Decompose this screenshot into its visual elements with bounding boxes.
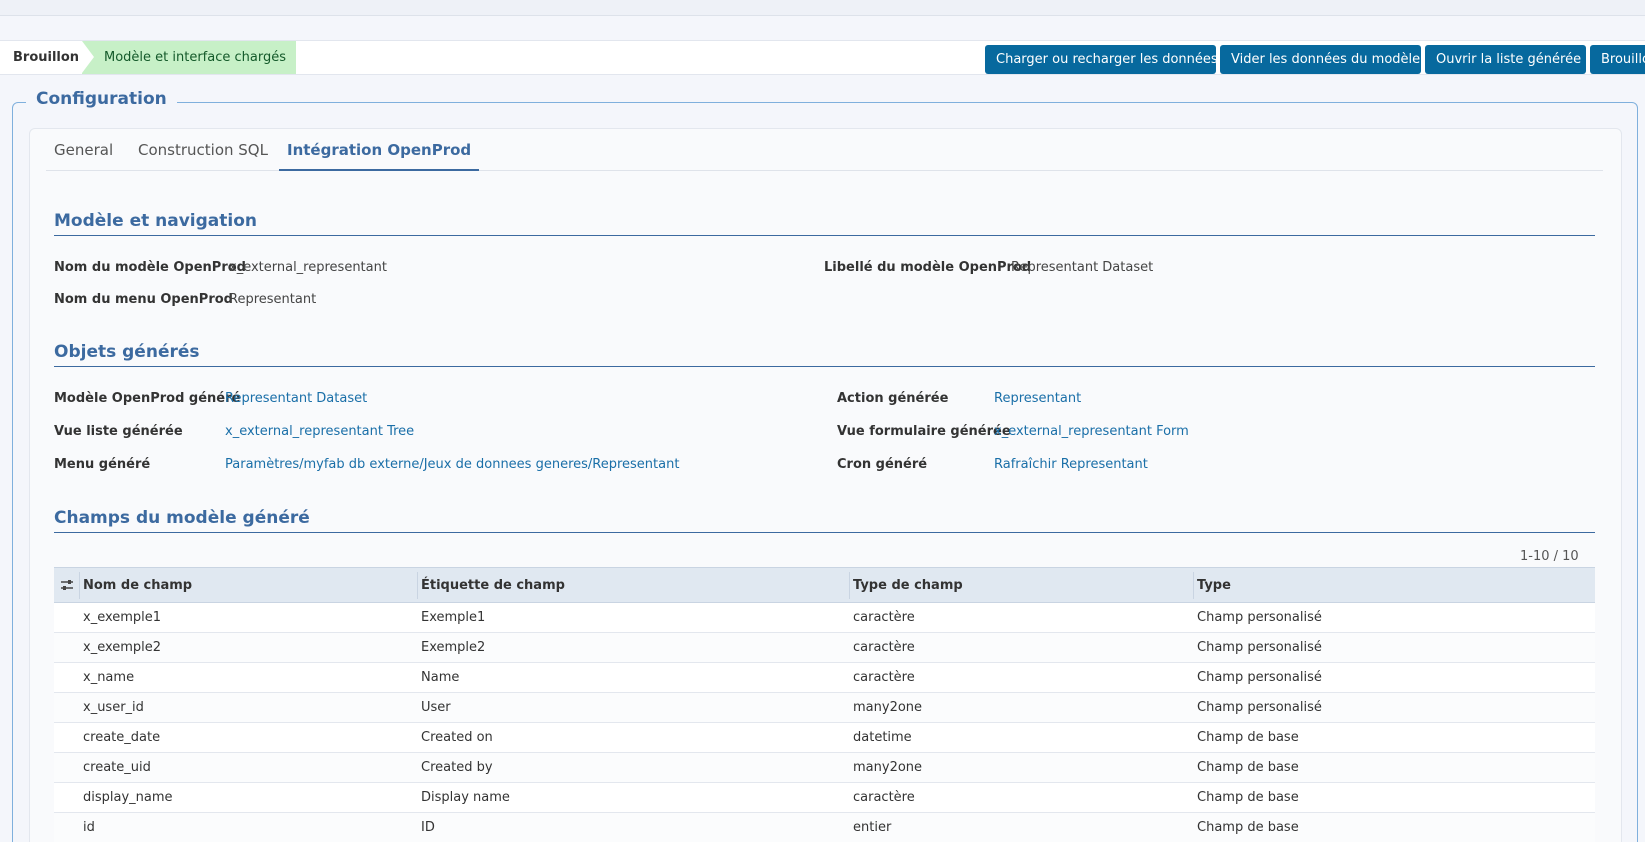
generated-model-link[interactable]: Representant Dataset <box>225 391 367 406</box>
cell-field-label: Exemple1 <box>421 610 486 625</box>
cell-field-name: id <box>83 820 95 835</box>
draft-button[interactable]: Brouillon <box>1590 45 1645 74</box>
cell-type: Champ de base <box>1197 760 1299 775</box>
model-label-value: Representant Dataset <box>1011 260 1154 275</box>
cell-field-label: User <box>421 700 451 715</box>
cell-field-type: datetime <box>853 730 912 745</box>
cell-field-type: caractère <box>853 640 915 655</box>
cell-field-name: x_exemple2 <box>83 640 162 655</box>
generated-model-label: Modèle OpenProd généré <box>54 391 241 406</box>
cell-field-type: caractère <box>853 790 915 805</box>
table-row[interactable]: x_exemple1 Exemple1 caractère Champ pers… <box>54 603 1595 633</box>
optional-columns-icon[interactable] <box>60 578 74 592</box>
table-body: x_exemple1 Exemple1 caractère Champ pers… <box>54 603 1595 842</box>
generated-tree-label: Vue liste générée <box>54 424 183 439</box>
section-generated-fields: Champs du modèle généré <box>54 507 1595 533</box>
generated-cron-label: Cron généré <box>837 457 928 472</box>
load-data-button[interactable]: Charger ou recharger les données <box>985 45 1216 74</box>
column-separator <box>849 572 850 599</box>
cell-field-name: display_name <box>83 790 173 805</box>
generated-tree-link[interactable]: x_external_representant Tree <box>225 424 414 439</box>
menu-name-label: Nom du menu OpenProd <box>54 292 233 307</box>
model-label-label: Libellé du modèle OpenProd <box>824 260 1032 275</box>
stage-draft[interactable]: Brouillon <box>0 41 82 74</box>
fields-table: Nom de champ Étiquette de champ Type de … <box>54 567 1595 842</box>
top-band <box>0 0 1645 16</box>
generated-form-link[interactable]: x_external_representant Form <box>994 424 1189 439</box>
generated-menu-label: Menu généré <box>54 457 151 472</box>
cell-field-name: create_date <box>83 730 161 745</box>
cell-field-name: x_name <box>83 670 135 685</box>
cell-type: Champ de base <box>1197 820 1299 835</box>
status-bar: Brouillon Modèle et interface chargés Ch… <box>0 40 1645 75</box>
table-row[interactable]: id ID entier Champ de base <box>54 813 1595 842</box>
clear-data-button[interactable]: Vider les données du modèle <box>1220 45 1421 74</box>
menu-name-value: Representant <box>229 292 317 307</box>
table-row[interactable]: display_name Display name caractère Cham… <box>54 783 1595 813</box>
generated-menu-link[interactable]: Paramètres/myfab db externe/Jeux de donn… <box>225 457 679 472</box>
cell-field-name: x_exemple1 <box>83 610 162 625</box>
table-row[interactable]: x_name Name caractère Champ personalisé <box>54 663 1595 693</box>
cell-field-label: ID <box>421 820 435 835</box>
table-row[interactable]: x_exemple2 Exemple2 caractère Champ pers… <box>54 633 1595 663</box>
table-row[interactable]: create_date Created on datetime Champ de… <box>54 723 1595 753</box>
open-list-button[interactable]: Ouvrir la liste générée <box>1425 45 1586 74</box>
cell-field-type: entier <box>853 820 892 835</box>
cell-field-label: Display name <box>421 790 510 805</box>
cell-field-name: x_user_id <box>83 700 144 715</box>
table-header: Nom de champ Étiquette de champ Type de … <box>54 567 1595 603</box>
tab-openprod-integration[interactable]: Intégration OpenProd <box>279 131 480 171</box>
column-separator <box>79 572 80 599</box>
column-header-field-type[interactable]: Type de champ <box>853 568 963 603</box>
cell-field-label: Exemple2 <box>421 640 486 655</box>
cell-type: Champ personalisé <box>1197 670 1322 685</box>
column-header-type[interactable]: Type <box>1197 568 1231 603</box>
column-separator <box>417 572 418 599</box>
column-separator <box>1193 572 1194 599</box>
cell-type: Champ personalisé <box>1197 640 1322 655</box>
column-header-field-name[interactable]: Nom de champ <box>83 568 192 603</box>
section-model-navigation: Modèle et navigation <box>54 210 1595 236</box>
cell-field-label: Created by <box>421 760 493 775</box>
cell-field-type: caractère <box>853 670 915 685</box>
generated-form-label: Vue formulaire générée <box>837 424 1011 439</box>
generated-action-link[interactable]: Representant <box>994 391 1081 406</box>
cell-type: Champ de base <box>1197 790 1299 805</box>
tab-bar: General Construction SQL Intégration Ope… <box>46 131 1603 171</box>
generated-cron-link[interactable]: Rafraîchir Representant <box>994 457 1148 472</box>
configuration-legend: Configuration <box>26 88 177 110</box>
tab-general[interactable]: General <box>46 131 121 171</box>
cell-field-name: create_uid <box>83 760 151 775</box>
cell-field-type: many2one <box>853 700 923 715</box>
table-row[interactable]: x_user_id User many2one Champ personalis… <box>54 693 1595 723</box>
cell-field-type: many2one <box>853 760 923 775</box>
cell-type: Champ personalisé <box>1197 610 1322 625</box>
pager-value[interactable]: 1-10 / 10 <box>1520 549 1579 564</box>
column-header-field-label[interactable]: Étiquette de champ <box>421 568 565 603</box>
cell-type: Champ de base <box>1197 730 1299 745</box>
stage-loaded[interactable]: Modèle et interface chargés <box>82 41 296 74</box>
section-generated-objects: Objets générés <box>54 341 1595 367</box>
cell-type: Champ personalisé <box>1197 700 1322 715</box>
cell-field-label: Name <box>421 670 460 685</box>
tab-sql-construction[interactable]: Construction SQL <box>130 131 276 171</box>
model-name-label: Nom du modèle OpenProd <box>54 260 246 275</box>
generated-action-label: Action générée <box>837 391 949 406</box>
table-row[interactable]: create_uid Created by many2one Champ de … <box>54 753 1595 783</box>
cell-field-type: caractère <box>853 610 915 625</box>
cell-field-label: Created on <box>421 730 493 745</box>
model-name-value: x_external_representant <box>229 260 387 275</box>
